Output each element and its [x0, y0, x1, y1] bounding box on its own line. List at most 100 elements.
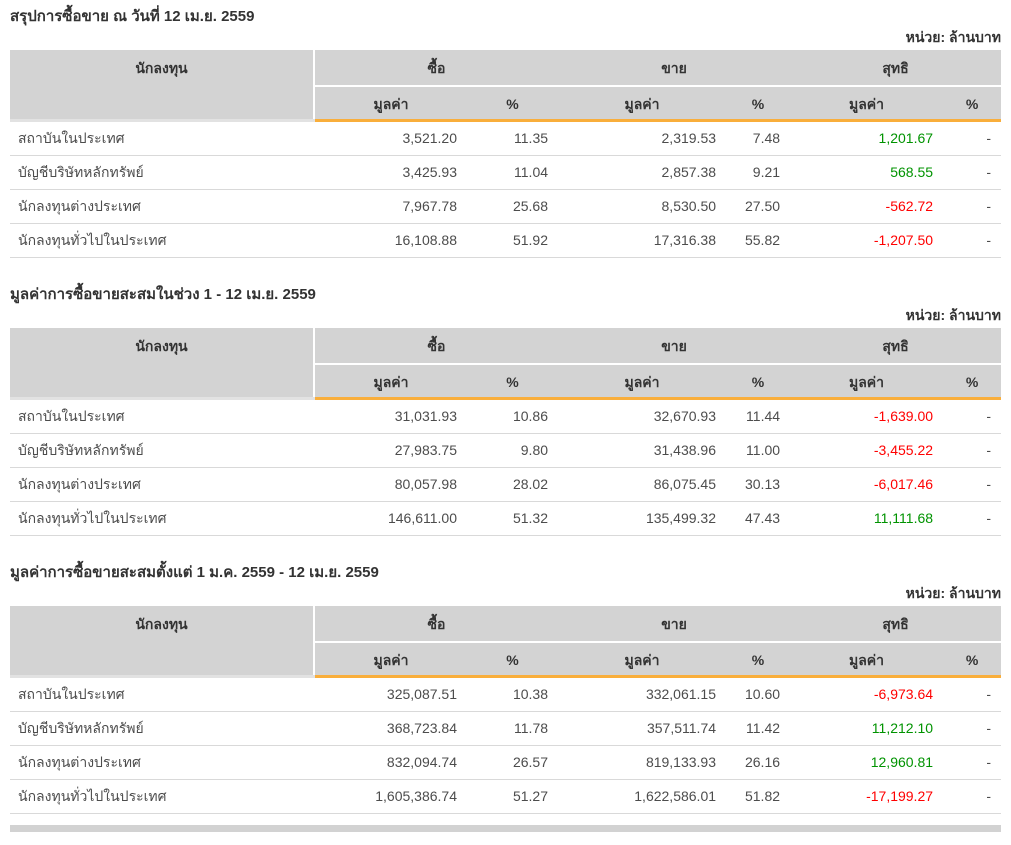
net-value-cell: 11,212.10 [790, 711, 944, 746]
table-row: สถาบันในประเทศ 3,521.20 11.35 2,319.53 7… [10, 120, 1002, 156]
sell-value-cell: 332,061.15 [558, 676, 727, 712]
net-percent-subheader: % [943, 364, 1002, 400]
buy-percent-subheader: % [467, 364, 559, 400]
sell-percent-cell: 9.21 [726, 155, 791, 190]
sell-percent-cell: 10.60 [726, 676, 791, 712]
net-percent-cell: - [943, 155, 1002, 190]
buy-value-cell: 325,087.51 [314, 676, 467, 712]
sell-value-cell: 86,075.45 [558, 467, 727, 502]
table-row: นักลงทุนทั่วไปในประเทศ 146,611.00 51.32 … [10, 501, 1002, 536]
trading-summary-section: สรุปการซื้อขาย ณ วันที่ 12 เม.ย. 2559 หน… [10, 0, 1002, 258]
group-header-row: นักลงทุน ซื้อ ขาย สุทธิ [10, 50, 1002, 122]
sell-value-cell: 2,857.38 [558, 155, 727, 190]
buy-value-cell: 27,983.75 [314, 433, 467, 468]
net-value-cell: 1,201.67 [790, 120, 944, 156]
sell-group-header: ขาย [558, 606, 791, 643]
investor-column-header: นักลงทุน [10, 328, 315, 400]
sell-value-cell: 357,511.74 [558, 711, 727, 746]
buy-percent-cell: 10.86 [467, 398, 559, 434]
investor-column-header: นักลงทุน [10, 50, 315, 122]
sell-percent-cell: 51.82 [726, 779, 791, 814]
net-percent-subheader: % [943, 86, 1002, 122]
buy-percent-cell: 11.35 [467, 120, 559, 156]
buy-percent-cell: 10.38 [467, 676, 559, 712]
trading-summary-page: สรุปการซื้อขาย ณ วันที่ 12 เม.ย. 2559 หน… [0, 0, 1011, 832]
sell-percent-cell: 11.00 [726, 433, 791, 468]
buy-value-cell: 1,605,386.74 [314, 779, 467, 814]
net-group-header: สุทธิ [790, 606, 1002, 643]
sell-percent-cell: 30.13 [726, 467, 791, 502]
sell-value-subheader: มูลค่า [558, 364, 727, 400]
sell-group-header: ขาย [558, 50, 791, 87]
buy-percent-cell: 25.68 [467, 189, 559, 224]
sell-percent-cell: 47.43 [726, 501, 791, 536]
investor-name-cell: นักลงทุนต่างประเทศ [10, 745, 314, 780]
buy-percent-cell: 11.04 [467, 155, 559, 190]
net-percent-cell: - [943, 745, 1002, 780]
sell-percent-subheader: % [726, 86, 791, 122]
buy-value-cell: 3,425.93 [314, 155, 467, 190]
buy-value-subheader: มูลค่า [314, 86, 467, 122]
table-row: สถาบันในประเทศ 325,087.51 10.38 332,061.… [10, 676, 1002, 712]
buy-percent-cell: 51.92 [467, 223, 559, 258]
table-row: นักลงทุนต่างประเทศ 80,057.98 28.02 86,07… [10, 467, 1002, 502]
buy-value-cell: 146,611.00 [314, 501, 467, 536]
group-header-row: นักลงทุน ซื้อ ขาย สุทธิ [10, 606, 1002, 678]
investor-name-cell: บัญชีบริษัทหลักทรัพย์ [10, 711, 314, 746]
trading-summary-section: มูลค่าการซื้อขายสะสมในช่วง 1 - 12 เม.ย. … [10, 258, 1002, 536]
buy-value-cell: 3,521.20 [314, 120, 467, 156]
net-group-header: สุทธิ [790, 328, 1002, 365]
buy-percent-cell: 9.80 [467, 433, 559, 468]
net-percent-cell: - [943, 467, 1002, 502]
table-row: บัญชีบริษัทหลักทรัพย์ 3,425.93 11.04 2,8… [10, 155, 1002, 190]
trading-summary-section: มูลค่าการซื้อขายสะสมตั้งแต่ 1 ม.ค. 2559 … [10, 536, 1002, 814]
buy-percent-cell: 11.78 [467, 711, 559, 746]
section-title: มูลค่าการซื้อขายสะสมตั้งแต่ 1 ม.ค. 2559 … [10, 564, 379, 581]
net-value-subheader: มูลค่า [790, 364, 944, 400]
table-row: นักลงทุนต่างประเทศ 7,967.78 25.68 8,530.… [10, 189, 1002, 224]
investor-name-cell: นักลงทุนต่างประเทศ [10, 189, 314, 224]
net-percent-cell: - [943, 398, 1002, 434]
sell-value-cell: 31,438.96 [558, 433, 727, 468]
net-percent-cell: - [943, 120, 1002, 156]
buy-group-header: ซื้อ [314, 606, 559, 643]
investor-name-cell: บัญชีบริษัทหลักทรัพย์ [10, 433, 314, 468]
net-group-header: สุทธิ [790, 50, 1002, 87]
buy-percent-cell: 51.27 [467, 779, 559, 814]
investor-table: นักลงทุน ซื้อ ขาย สุทธิ มูลค่า % มูลค่า … [10, 606, 1002, 814]
next-table-header-stub [10, 825, 1001, 832]
net-percent-cell: - [943, 189, 1002, 224]
net-value-cell: -1,639.00 [790, 398, 944, 434]
sell-value-cell: 135,499.32 [558, 501, 727, 536]
net-value-cell: -562.72 [790, 189, 944, 224]
net-percent-cell: - [943, 779, 1002, 814]
buy-value-cell: 31,031.93 [314, 398, 467, 434]
sell-value-subheader: มูลค่า [558, 642, 727, 678]
sell-percent-subheader: % [726, 642, 791, 678]
investor-name-cell: นักลงทุนทั่วไปในประเทศ [10, 779, 314, 814]
sell-percent-cell: 7.48 [726, 120, 791, 156]
sell-percent-cell: 11.42 [726, 711, 791, 746]
group-header-row: นักลงทุน ซื้อ ขาย สุทธิ [10, 328, 1002, 400]
table-row: บัญชีบริษัทหลักทรัพย์ 368,723.84 11.78 3… [10, 711, 1002, 746]
buy-group-header: ซื้อ [314, 328, 559, 365]
net-value-subheader: มูลค่า [790, 86, 944, 122]
investor-name-cell: สถาบันในประเทศ [10, 676, 314, 712]
net-percent-cell: - [943, 501, 1002, 536]
sell-value-cell: 819,133.93 [558, 745, 727, 780]
sell-percent-cell: 27.50 [726, 189, 791, 224]
net-value-cell: -1,207.50 [790, 223, 944, 258]
investor-name-cell: สถาบันในประเทศ [10, 398, 314, 434]
sell-percent-subheader: % [726, 364, 791, 400]
section-title: มูลค่าการซื้อขายสะสมในช่วง 1 - 12 เม.ย. … [10, 286, 316, 303]
investor-name-cell: นักลงทุนทั่วไปในประเทศ [10, 501, 314, 536]
sell-value-cell: 32,670.93 [558, 398, 727, 434]
net-value-cell: -3,455.22 [790, 433, 944, 468]
net-value-cell: 12,960.81 [790, 745, 944, 780]
section-title: สรุปการซื้อขาย ณ วันที่ 12 เม.ย. 2559 [10, 8, 255, 25]
buy-value-cell: 368,723.84 [314, 711, 467, 746]
net-percent-cell: - [943, 676, 1002, 712]
buy-percent-cell: 28.02 [467, 467, 559, 502]
net-percent-cell: - [943, 223, 1002, 258]
sections-container: สรุปการซื้อขาย ณ วันที่ 12 เม.ย. 2559 หน… [10, 0, 1002, 814]
